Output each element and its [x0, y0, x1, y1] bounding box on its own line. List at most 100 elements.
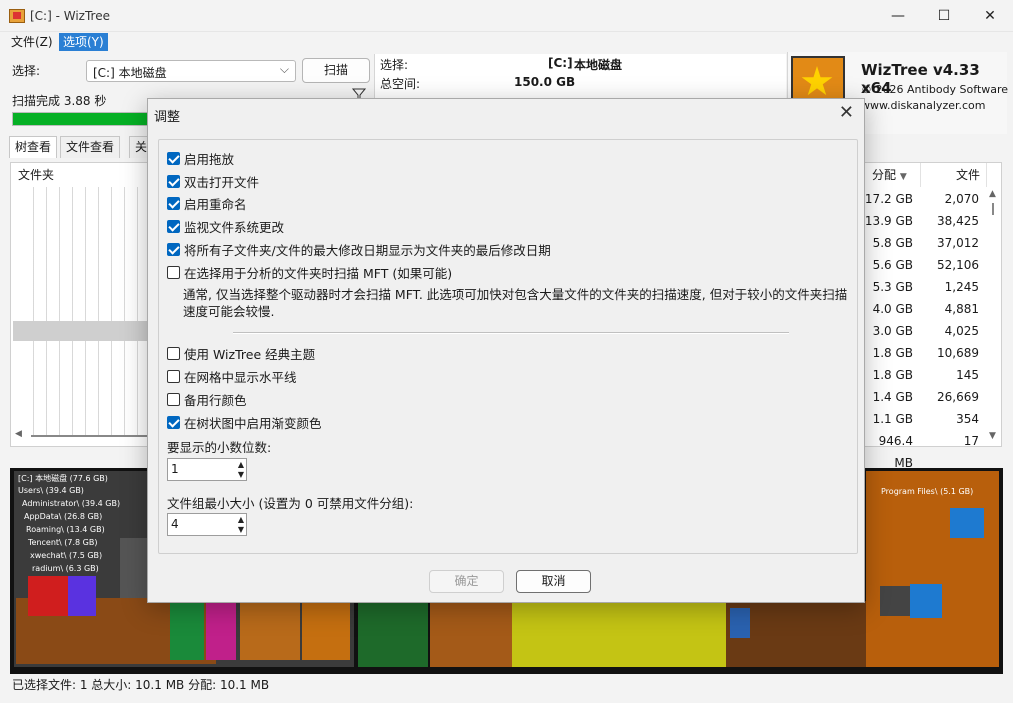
table-row[interactable]: 4.0 GB 4,881: [859, 298, 987, 320]
ok-button[interactable]: 确定: [429, 570, 504, 593]
spin-down-icon[interactable]: ▼: [238, 525, 244, 534]
checkbox-option[interactable]: 启用重命名: [167, 193, 247, 213]
checkbox-unchecked-icon[interactable]: [167, 346, 180, 360]
files-cell: 2,070: [944, 192, 979, 206]
menu-file[interactable]: 文件(Z): [7, 33, 57, 51]
checkbox-option[interactable]: 在树状图中启用渐变颜色: [167, 412, 322, 432]
table-row[interactable]: 1.1 GB 354: [859, 408, 987, 430]
alloc-column-header[interactable]: 分配 ▼: [859, 163, 921, 187]
treemap-label: AppData\ (26.8 GB): [24, 512, 103, 521]
treemap-block[interactable]: [430, 601, 512, 667]
treemap-block[interactable]: [68, 576, 96, 616]
tab-tree-view[interactable]: 树查看: [9, 136, 58, 158]
table-row[interactable]: 946.4 MB 17: [859, 430, 987, 470]
brand-copyright: © 2026 Antibody Software: [861, 83, 1009, 96]
table-row[interactable]: 17.2 GB 2,070: [859, 188, 987, 210]
files-cell: 1,245: [944, 280, 979, 294]
files-cell: 37,012: [937, 236, 979, 250]
treemap-block[interactable]: [358, 601, 428, 667]
treemap-label: Users\ (39.4 GB): [18, 486, 84, 495]
checkbox-label: 在网格中显示水平线: [184, 369, 297, 385]
scan-button[interactable]: 扫描: [302, 58, 370, 83]
select-label: 选择:: [12, 64, 41, 78]
drive-info-name: 本地磁盘: [574, 58, 623, 72]
checkbox-unchecked-icon[interactable]: [167, 392, 180, 406]
spin-up-icon[interactable]: ▲: [238, 515, 244, 524]
treemap-label: [C:] 本地磁盘 (77.6 GB): [18, 474, 108, 483]
horizontal-scroll-thumb[interactable]: [31, 435, 155, 437]
files-cell: 38,425: [937, 214, 979, 228]
checkbox-option[interactable]: 监视文件系统更改: [167, 216, 284, 236]
treemap-block[interactable]: [730, 608, 750, 638]
checkbox-option[interactable]: 使用 WizTree 经典主题: [167, 343, 315, 363]
alloc-cell: 1.8 GB: [872, 346, 913, 360]
checkbox-option[interactable]: 启用拖放: [167, 148, 234, 168]
minimize-button[interactable]: —: [875, 0, 921, 32]
decimals-spinbox[interactable]: 1 ▲ ▼: [167, 458, 247, 481]
scroll-up-icon[interactable]: ▲: [989, 189, 996, 199]
decimals-label: 要显示的小数位数:: [167, 440, 272, 455]
table-row[interactable]: 3.0 GB 4,025: [859, 320, 987, 342]
brand-url[interactable]: www.diskanalyzer.com: [861, 99, 986, 112]
folder-column-header[interactable]: 文件夹: [11, 163, 151, 187]
table-row[interactable]: 5.3 GB 1,245: [859, 276, 987, 298]
checkbox-option[interactable]: 在网格中显示水平线: [167, 366, 297, 386]
checkbox-unchecked-icon[interactable]: [167, 265, 180, 279]
menu-options[interactable]: 选项(Y): [59, 33, 108, 51]
treemap-block[interactable]: [880, 586, 910, 616]
group-size-spinbox[interactable]: 4 ▲ ▼: [167, 513, 247, 536]
treemap-block[interactable]: [170, 600, 204, 660]
treemap-block[interactable]: [512, 601, 726, 667]
checkbox-option[interactable]: 备用行颜色: [167, 389, 247, 409]
checkbox-checked-icon[interactable]: [167, 151, 180, 165]
alloc-cell: 5.8 GB: [872, 236, 913, 250]
cancel-button[interactable]: 取消: [516, 570, 591, 593]
tab-file-view[interactable]: 文件查看: [60, 136, 121, 158]
scroll-down-icon[interactable]: ▼: [989, 431, 996, 441]
treemap-label-program-files: Program Files\ (5.1 GB): [881, 487, 974, 496]
selected-tree-row[interactable]: [13, 321, 153, 341]
table-row[interactable]: 1.8 GB 10,689: [859, 342, 987, 364]
treemap-label: Administrator\ (39.4 GB): [22, 499, 121, 508]
scroll-left-icon[interactable]: ◀: [15, 429, 22, 439]
spin-down-icon[interactable]: ▼: [238, 470, 244, 479]
checkbox-checked-icon[interactable]: [167, 196, 180, 210]
scroll-thumb[interactable]: [992, 203, 994, 215]
group-size-value: 4: [171, 517, 179, 531]
checkbox-checked-icon[interactable]: [167, 415, 180, 429]
table-row[interactable]: 1.8 GB 145: [859, 364, 987, 386]
alloc-cell: 1.1 GB: [872, 412, 913, 426]
checkbox-checked-icon[interactable]: [167, 219, 180, 233]
treemap-block[interactable]: [302, 600, 350, 660]
files-column-header[interactable]: 文件: [921, 163, 987, 187]
files-cell: 26,669: [937, 390, 979, 404]
checkbox-option[interactable]: 双击打开文件: [167, 171, 259, 191]
mft-hint-text: 通常, 仅当选择整个驱动器时才会扫描 MFT. 此选项可加快对包含大量文件的文件…: [183, 287, 848, 319]
checkbox-checked-icon[interactable]: [167, 242, 180, 256]
treemap-block[interactable]: [206, 600, 236, 660]
files-cell: 10,689: [937, 346, 979, 360]
checkbox-option[interactable]: 在选择用于分析的文件夹时扫描 MFT (如果可能): [167, 262, 452, 282]
vertical-scrollbar[interactable]: ▲ ▼: [987, 189, 999, 445]
alloc-cell: 5.6 GB: [872, 258, 913, 272]
maximize-button[interactable]: ☐: [921, 0, 967, 32]
treemap-block[interactable]: [240, 600, 300, 660]
treemap-block[interactable]: [910, 584, 942, 618]
table-row[interactable]: 5.6 GB 52,106: [859, 254, 987, 276]
spin-up-icon[interactable]: ▲: [238, 460, 244, 469]
table-row[interactable]: 13.9 GB 38,425: [859, 210, 987, 232]
checkbox-option[interactable]: 将所有子文件夹/文件的最大修改日期显示为文件夹的最后修改日期: [167, 239, 551, 259]
treemap-program-files-block[interactable]: [866, 471, 999, 667]
table-row[interactable]: 5.8 GB 37,012: [859, 232, 987, 254]
title-bar: [C:] - WizTree — ☐ ✕: [0, 0, 1013, 32]
drive-select[interactable]: [C:] 本地磁盘 ⌵: [86, 60, 296, 82]
treemap-block[interactable]: [28, 576, 68, 616]
treemap-block[interactable]: [950, 508, 984, 538]
settings-dialog: 调整 ✕ 启用拖放 双击打开文件 启用重命名 监视文件系统更改 将所有子文件夹/文件的最…: [147, 98, 865, 603]
close-button[interactable]: ✕: [967, 0, 1013, 32]
checkbox-checked-icon[interactable]: [167, 174, 180, 188]
dialog-close-button[interactable]: ✕: [839, 102, 854, 123]
drive-select-value: [C:] 本地磁盘: [93, 66, 167, 80]
table-row[interactable]: 1.4 GB 26,669: [859, 386, 987, 408]
checkbox-unchecked-icon[interactable]: [167, 369, 180, 383]
